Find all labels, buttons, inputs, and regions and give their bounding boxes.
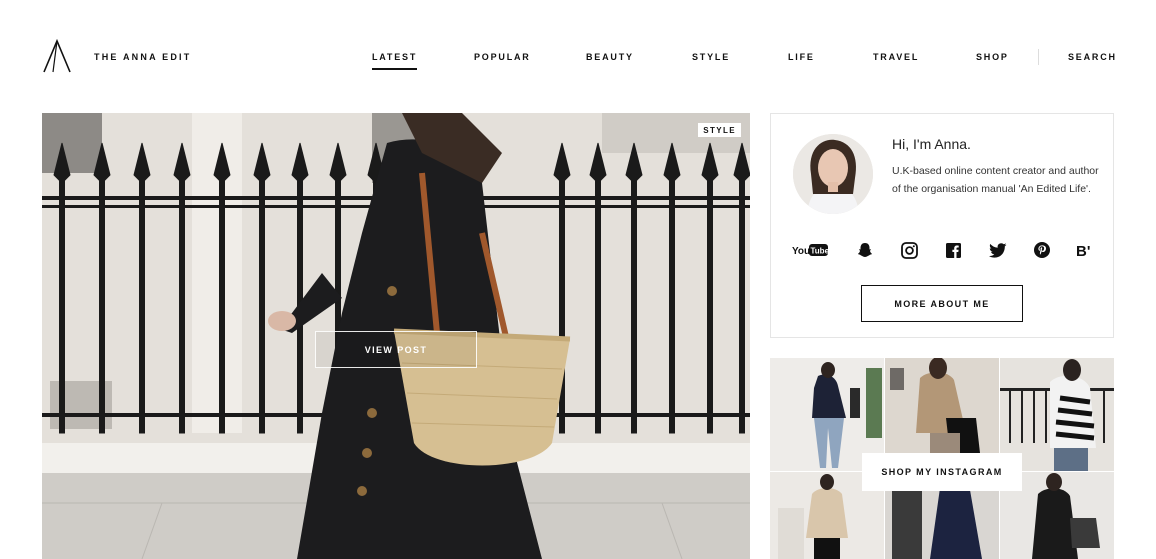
facebook-icon[interactable] bbox=[943, 240, 963, 260]
nav-search[interactable]: SEARCH bbox=[1068, 52, 1117, 62]
svg-text:Tube: Tube bbox=[811, 247, 829, 256]
category-tag[interactable]: STYLE bbox=[698, 123, 741, 137]
railing-bar bbox=[139, 152, 145, 434]
nav-divider bbox=[1038, 49, 1039, 65]
railing-bar bbox=[595, 152, 601, 434]
svg-text:B': B' bbox=[1076, 243, 1090, 258]
youtube-icon[interactable]: YouTube Tube bbox=[791, 240, 829, 260]
about-greeting: Hi, I'm Anna. bbox=[892, 136, 971, 152]
railing-bar bbox=[259, 152, 265, 434]
avatar-image bbox=[793, 134, 873, 214]
nav-popular[interactable]: POPULAR bbox=[474, 52, 531, 62]
about-bio: U.K-based online content creator and aut… bbox=[892, 165, 1099, 195]
instagram-grid[interactable]: SHOP MY INSTAGRAM bbox=[770, 358, 1114, 559]
nav-life[interactable]: LIFE bbox=[788, 52, 815, 62]
nav-latest[interactable]: LATEST bbox=[372, 52, 418, 70]
bloglovin-icon[interactable]: B' bbox=[1075, 240, 1097, 260]
twitter-icon[interactable] bbox=[987, 240, 1009, 260]
social-links: YouTube Tube bbox=[789, 240, 1099, 260]
railing-bar bbox=[297, 152, 303, 434]
view-post-button[interactable]: VIEW POST bbox=[315, 331, 477, 368]
railing-bar bbox=[219, 152, 225, 434]
nav-beauty[interactable]: BEAUTY bbox=[586, 52, 634, 62]
nav-travel[interactable]: TRAVEL bbox=[873, 52, 919, 62]
nav-shop[interactable]: SHOP bbox=[976, 52, 1009, 62]
instagram-icon[interactable] bbox=[899, 240, 919, 260]
site-header: THE ANNA EDIT LATEST POPULAR BEAUTY STYL… bbox=[0, 0, 1156, 112]
railing-bar bbox=[631, 152, 637, 434]
railing-bar bbox=[179, 152, 185, 434]
pinterest-icon[interactable] bbox=[1032, 240, 1052, 260]
snapchat-icon[interactable] bbox=[855, 240, 875, 260]
railing-bar bbox=[739, 152, 745, 434]
shop-instagram-button[interactable]: SHOP MY INSTAGRAM bbox=[862, 453, 1022, 491]
about-card: Hi, I'm Anna. U.K-based online content c… bbox=[770, 113, 1114, 338]
railing-bar bbox=[59, 152, 65, 434]
avatar[interactable] bbox=[793, 134, 873, 214]
main-nav: LATEST POPULAR BEAUTY STYLE LIFE TRAVEL … bbox=[0, 52, 1156, 72]
featured-post[interactable]: STYLE VIEW POST bbox=[42, 113, 750, 559]
railing-bar bbox=[707, 152, 713, 434]
railing-bar bbox=[669, 152, 675, 434]
nav-style[interactable]: STYLE bbox=[692, 52, 730, 62]
more-about-me-button[interactable]: MORE ABOUT ME bbox=[861, 285, 1023, 322]
railing-bar bbox=[99, 152, 105, 434]
